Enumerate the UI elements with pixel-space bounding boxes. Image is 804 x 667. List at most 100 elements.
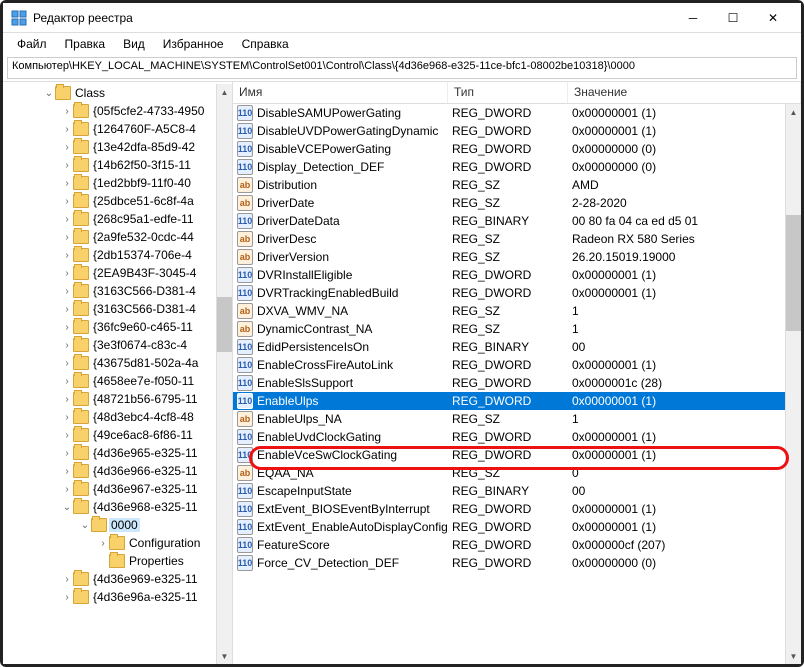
tree-item[interactable]: ⌄{4d36e968-e325-11	[3, 498, 232, 516]
tree-item[interactable]: ›{48721b56-6795-11	[3, 390, 232, 408]
value-type: REG_DWORD	[452, 394, 572, 408]
tree-item[interactable]: ›{3163C566-D381-4	[3, 282, 232, 300]
folder-icon	[73, 284, 89, 298]
registry-value-row[interactable]: abEQAA_NAREG_SZ0	[233, 464, 801, 482]
column-name[interactable]: Имя	[233, 82, 448, 103]
registry-value-row[interactable]: abDriverVersionREG_SZ26.20.15019.19000	[233, 248, 801, 266]
registry-value-row[interactable]: 110ExtEvent_BIOSEventByInterruptREG_DWOR…	[233, 500, 801, 518]
value-data: 0x00000001 (1)	[572, 394, 801, 408]
tree-item[interactable]: ›{36fc9e60-c465-11	[3, 318, 232, 336]
folder-icon	[55, 86, 71, 100]
registry-value-row[interactable]: 110EnableSlsSupportREG_DWORD0x0000001c (…	[233, 374, 801, 392]
value-type: REG_BINARY	[452, 214, 572, 228]
registry-value-row[interactable]: abDriverDateREG_SZ2-28-2020	[233, 194, 801, 212]
string-value-icon: ab	[237, 303, 253, 319]
value-data: 0x00000001 (1)	[572, 430, 801, 444]
list-header: Имя Тип Значение	[233, 82, 801, 104]
value-type: REG_DWORD	[452, 538, 572, 552]
registry-value-row[interactable]: 110DisableSAMUPowerGatingREG_DWORD0x0000…	[233, 104, 801, 122]
tree-item[interactable]: ⌄Class	[3, 84, 232, 102]
tree-item[interactable]: ›{2a9fe532-0cdc-44	[3, 228, 232, 246]
tree-item[interactable]: ›{14b62f50-3f15-11	[3, 156, 232, 174]
scroll-down-button[interactable]: ▼	[786, 648, 801, 664]
menu-favorites[interactable]: Избранное	[155, 35, 232, 53]
registry-value-row[interactable]: 110EscapeInputStateREG_BINARY00	[233, 482, 801, 500]
folder-icon	[73, 230, 89, 244]
tree-item[interactable]: Properties	[3, 552, 232, 570]
close-button[interactable]: ✕	[753, 3, 793, 33]
tree-item[interactable]: ›Configuration	[3, 534, 232, 552]
folder-icon	[109, 536, 125, 550]
value-name: ExtEvent_EnableAutoDisplayConfig	[257, 520, 452, 534]
value-data: Radeon RX 580 Series	[572, 232, 801, 246]
folder-icon	[73, 122, 89, 136]
scroll-up-button[interactable]: ▲	[786, 104, 801, 120]
registry-value-row[interactable]: 110EnableUlpsREG_DWORD0x00000001 (1)	[233, 392, 801, 410]
registry-value-row[interactable]: abDXVA_WMV_NAREG_SZ1	[233, 302, 801, 320]
value-data: 26.20.15019.19000	[572, 250, 801, 264]
tree-scrollbar[interactable]: ▲ ▼	[216, 84, 232, 664]
tree-item[interactable]: ›{4d36e967-e325-11	[3, 480, 232, 498]
registry-value-row[interactable]: 110DisableVCEPowerGatingREG_DWORD0x00000…	[233, 140, 801, 158]
registry-value-row[interactable]: 110EdidPersistenceIsOnREG_BINARY00	[233, 338, 801, 356]
menu-help[interactable]: Справка	[234, 35, 297, 53]
folder-icon	[73, 356, 89, 370]
registry-value-row[interactable]: 110EnableUvdClockGatingREG_DWORD0x000000…	[233, 428, 801, 446]
registry-value-row[interactable]: 110Force_CV_Detection_DEFREG_DWORD0x0000…	[233, 554, 801, 572]
value-type: REG_DWORD	[452, 376, 572, 390]
menu-file[interactable]: Файл	[9, 35, 55, 53]
list-scrollbar[interactable]: ▲ ▼	[785, 104, 801, 664]
registry-value-row[interactable]: 110EnableCrossFireAutoLinkREG_DWORD0x000…	[233, 356, 801, 374]
tree-item[interactable]: ›{4658ee7e-f050-11	[3, 372, 232, 390]
tree-item[interactable]: ›{1264760F-A5C8-4	[3, 120, 232, 138]
tree-item[interactable]: ›{43675d81-502a-4a	[3, 354, 232, 372]
value-type: REG_SZ	[452, 322, 572, 336]
tree-item[interactable]: ›{49ce6ac8-6f86-11	[3, 426, 232, 444]
registry-value-row[interactable]: abDriverDescREG_SZRadeon RX 580 Series	[233, 230, 801, 248]
tree-item[interactable]: ›{2EA9B43F-3045-4	[3, 264, 232, 282]
tree-item[interactable]: ›{2db15374-706e-4	[3, 246, 232, 264]
value-type: REG_DWORD	[452, 502, 572, 516]
tree-item[interactable]: ›{4d36e969-e325-11	[3, 570, 232, 588]
tree-item[interactable]: ›{4d36e966-e325-11	[3, 462, 232, 480]
tree-item[interactable]: ›{3163C566-D381-4	[3, 300, 232, 318]
tree-item[interactable]: ›{268c95a1-edfe-11	[3, 210, 232, 228]
scroll-up-button[interactable]: ▲	[217, 84, 232, 100]
folder-icon	[73, 320, 89, 334]
registry-value-row[interactable]: abEnableUlps_NAREG_SZ1	[233, 410, 801, 428]
registry-value-row[interactable]: 110DriverDateDataREG_BINARY00 80 fa 04 c…	[233, 212, 801, 230]
column-type[interactable]: Тип	[448, 82, 568, 103]
menu-view[interactable]: Вид	[115, 35, 153, 53]
value-data: 00	[572, 340, 801, 354]
value-name: EnableUvdClockGating	[257, 430, 452, 444]
registry-value-row[interactable]: 110DisableUVDPowerGatingDynamicREG_DWORD…	[233, 122, 801, 140]
registry-value-row[interactable]: abDistributionREG_SZAMD	[233, 176, 801, 194]
tree-item[interactable]: ›{13e42dfa-85d9-42	[3, 138, 232, 156]
tree-item[interactable]: ›{05f5cfe2-4733-4950	[3, 102, 232, 120]
registry-value-row[interactable]: abDynamicContrast_NAREG_SZ1	[233, 320, 801, 338]
tree-item[interactable]: ⌄0000	[3, 516, 232, 534]
tree-item[interactable]: ›{48d3ebc4-4cf8-48	[3, 408, 232, 426]
string-value-icon: ab	[237, 177, 253, 193]
tree-item[interactable]: ›{3e3f0674-c83c-4	[3, 336, 232, 354]
tree-item[interactable]: ›{25dbce51-6c8f-4a	[3, 192, 232, 210]
value-data: 1	[572, 322, 801, 336]
registry-value-row[interactable]: 110EnableVceSwClockGatingREG_DWORD0x0000…	[233, 446, 801, 464]
value-type: REG_DWORD	[452, 124, 572, 138]
tree-item[interactable]: ›{1ed2bbf9-11f0-40	[3, 174, 232, 192]
maximize-button[interactable]: ☐	[713, 3, 753, 33]
value-name: DriverDate	[257, 196, 452, 210]
value-type: REG_DWORD	[452, 268, 572, 282]
menu-edit[interactable]: Правка	[57, 35, 114, 53]
registry-value-row[interactable]: 110FeatureScoreREG_DWORD0x000000cf (207)	[233, 536, 801, 554]
registry-value-row[interactable]: 110ExtEvent_EnableAutoDisplayConfigREG_D…	[233, 518, 801, 536]
tree-item[interactable]: ›{4d36e965-e325-11	[3, 444, 232, 462]
registry-value-row[interactable]: 110DVRInstallEligibleREG_DWORD0x00000001…	[233, 266, 801, 284]
registry-value-row[interactable]: 110Display_Detection_DEFREG_DWORD0x00000…	[233, 158, 801, 176]
tree-item[interactable]: ›{4d36e96a-e325-11	[3, 588, 232, 606]
address-bar[interactable]: Компьютер\HKEY_LOCAL_MACHINE\SYSTEM\Cont…	[7, 57, 797, 79]
registry-value-row[interactable]: 110DVRTrackingEnabledBuildREG_DWORD0x000…	[233, 284, 801, 302]
column-data[interactable]: Значение	[568, 82, 801, 103]
scroll-down-button[interactable]: ▼	[217, 648, 232, 664]
minimize-button[interactable]: ─	[673, 3, 713, 33]
